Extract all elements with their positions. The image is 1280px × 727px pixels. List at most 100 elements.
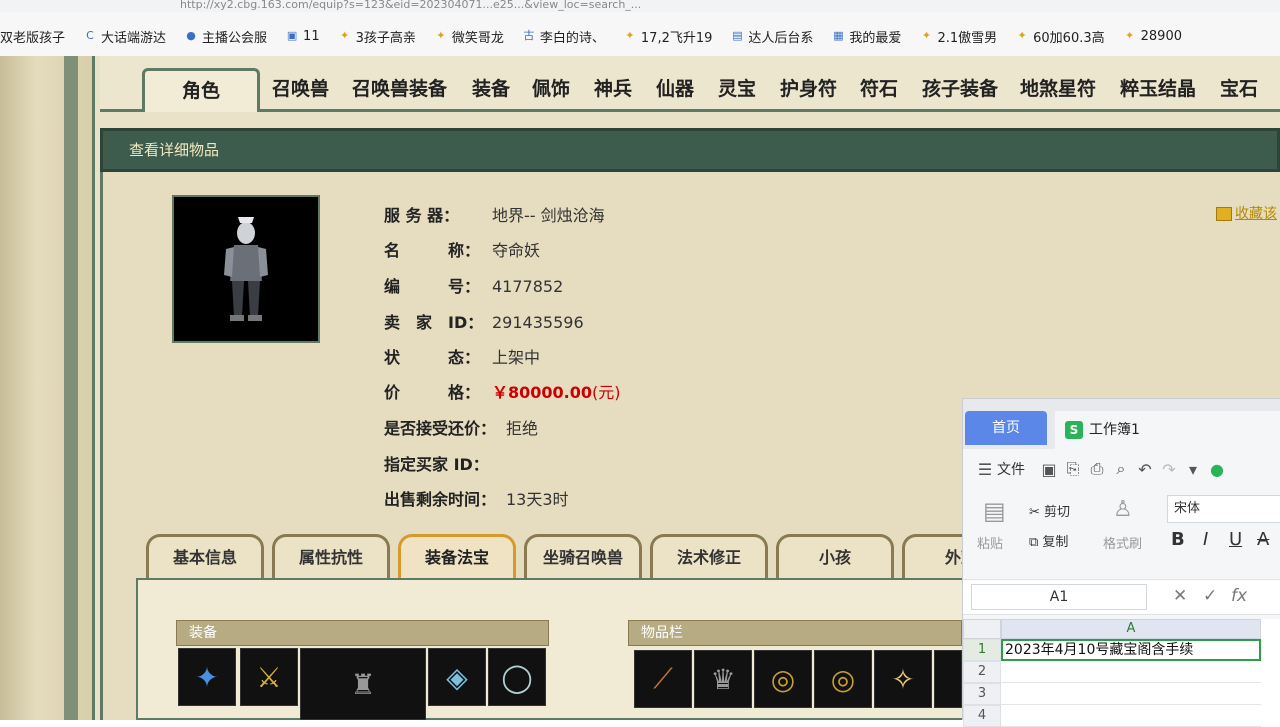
tab-pet-equip[interactable]: 召唤兽装备 xyxy=(352,74,447,101)
tab-role[interactable]: 角色 xyxy=(142,68,260,112)
row-header-2[interactable]: 2 xyxy=(963,661,1001,683)
tab-equip[interactable]: 装备 xyxy=(472,74,510,101)
undo-icon[interactable]: ↶ xyxy=(1133,460,1157,479)
cell-a3[interactable] xyxy=(1001,683,1261,705)
brush-icon[interactable]: ♙ xyxy=(1113,497,1133,522)
bookmark-label: 主播公会服 xyxy=(202,30,268,46)
bookmark-item[interactable]: ▤ 达人后台系 xyxy=(730,27,813,46)
spreadsheet-icon: S xyxy=(1065,421,1083,439)
name-box[interactable]: A1 xyxy=(971,584,1147,610)
inventory-slot-2[interactable]: ♛ xyxy=(694,650,752,708)
bookmark-item[interactable]: ▣ 11 xyxy=(285,29,320,44)
bookmark-item[interactable]: ✦ 2.1傲雪男 xyxy=(919,27,997,46)
subtab-spell[interactable]: 法术修正 xyxy=(650,534,768,580)
bookmark-item[interactable]: ● 主播公会服 xyxy=(184,27,267,46)
bookmark-item[interactable]: C 大话端游达 xyxy=(83,27,166,46)
info-id: 编 号： 4177852 xyxy=(384,277,564,296)
bookmark-icon: ✦ xyxy=(339,29,350,42)
function-icon[interactable]: fx xyxy=(1231,586,1247,606)
bookmark-item[interactable]: 古李白的诗、 xyxy=(522,27,605,46)
tab-immortal[interactable]: 仙器 xyxy=(656,74,694,101)
select-all-corner[interactable] xyxy=(963,619,1001,639)
confirm-icon[interactable]: ✓ xyxy=(1203,586,1217,606)
inventory-slot-3[interactable]: ◎ xyxy=(754,650,812,708)
bookmark-item[interactable]: 双老版孩子 xyxy=(0,27,65,46)
tab-weapon[interactable]: 神兵 xyxy=(594,74,632,101)
menu-icon[interactable]: ☰ xyxy=(973,460,997,479)
tab-spirit[interactable]: 灵宝 xyxy=(718,74,756,101)
cell-a1[interactable]: 2023年4月10号藏宝阁含手续 xyxy=(1001,639,1261,661)
tab-star[interactable]: 地煞星符 xyxy=(1020,74,1096,101)
tab-jade[interactable]: 粹玉结晶 xyxy=(1120,74,1196,101)
bookmark-label: 11 xyxy=(303,28,320,44)
inventory-slot-5[interactable]: ✧ xyxy=(874,650,932,708)
cut-button[interactable]: ✂ 剪切 xyxy=(1029,501,1070,520)
tab-accessory[interactable]: 佩饰 xyxy=(532,74,570,101)
tab-pet[interactable]: 召唤兽 xyxy=(272,74,329,101)
bold-icon[interactable]: B xyxy=(1171,529,1185,550)
cell-a4[interactable] xyxy=(1001,705,1261,727)
strikethrough-icon[interactable]: A xyxy=(1257,529,1269,550)
bookmark-icon: ● xyxy=(186,29,196,42)
bookmark-label: 我的最爱 xyxy=(849,30,902,46)
wps-spreadsheet-window: 首页 S 工作簿1 ☰ 文件 ▣ ⎘ ⎙ ⌕ ↶ ↷ ▾ ● ▤ 粘贴 ✂ 剪切 … xyxy=(962,398,1280,727)
font-name-box[interactable]: 宋体 xyxy=(1167,495,1280,523)
bookmark-icon: ▣ xyxy=(286,29,298,42)
underline-icon[interactable]: U xyxy=(1229,529,1242,550)
equip-slot-gauntlet[interactable]: ✦ xyxy=(178,648,236,706)
equip-slot-mask[interactable]: ◈ xyxy=(428,648,486,706)
tab-child-equip[interactable]: 孩子装备 xyxy=(922,74,998,101)
tab-rune[interactable]: 符石 xyxy=(860,74,898,101)
bookmark-item[interactable]: ✦ 60加60.3高 xyxy=(1015,27,1105,46)
italic-icon[interactable]: I xyxy=(1203,529,1208,550)
print-icon[interactable]: ⎙ xyxy=(1085,459,1109,479)
redo-icon[interactable]: ↷ xyxy=(1157,460,1181,479)
paste-icon[interactable]: ▤ xyxy=(983,497,1006,525)
subtab-basic[interactable]: 基本信息 xyxy=(146,534,264,580)
info-server: 服 务 器： 地界-- 剑烛沧海 xyxy=(384,206,605,225)
bookmark-icon: ✦ xyxy=(1017,29,1027,42)
address-bar[interactable]: http://xy2.cbg.163.com/equip?s=123&eid=2… xyxy=(0,0,1280,12)
scissors-icon: ✂ xyxy=(1029,505,1045,520)
subtab-mount-pet[interactable]: 坐骑召唤兽 xyxy=(524,534,642,580)
wps-home-tab[interactable]: 首页 xyxy=(965,411,1047,445)
column-header-a[interactable]: A xyxy=(1001,619,1261,639)
bookmark-item[interactable]: ✦ 微笑哥龙 xyxy=(434,27,504,46)
inventory-slot-6[interactable] xyxy=(934,650,962,708)
subtab-attributes[interactable]: 属性抗性 xyxy=(272,534,390,580)
info-price: 价 格： ￥80000.00(元) xyxy=(384,383,621,402)
wps-doc-tab[interactable]: S 工作簿1 xyxy=(1055,411,1280,449)
copy-button[interactable]: ⧉ 复制 xyxy=(1029,531,1068,550)
row-header-3[interactable]: 3 xyxy=(963,683,1001,705)
subtab-child[interactable]: 小孩 xyxy=(776,534,894,580)
row-header-4[interactable]: 4 xyxy=(963,705,1001,727)
cell-a2[interactable] xyxy=(1001,661,1261,683)
panel-title: 查看详细物品 xyxy=(100,128,1280,172)
preview-icon[interactable]: ⌕ xyxy=(1109,459,1133,479)
format-painter-button[interactable]: 格式刷 xyxy=(1103,533,1142,552)
info-seller: 卖 家 ID： 291435596 xyxy=(384,313,584,332)
save-icon[interactable]: ▣ xyxy=(1037,460,1061,479)
bookmark-label: 大话端游达 xyxy=(101,30,167,46)
dropdown-icon[interactable]: ▾ xyxy=(1181,460,1205,479)
row-header-1[interactable]: 1 xyxy=(963,639,1001,661)
cancel-icon[interactable]: ✕ xyxy=(1173,586,1187,606)
green-status-icon[interactable]: ● xyxy=(1205,460,1229,479)
tab-amulet[interactable]: 护身符 xyxy=(780,74,837,101)
favorite-link[interactable]: 收藏该 xyxy=(1216,203,1277,223)
wps-tab-bar: 首页 S 工作簿1 xyxy=(963,399,1280,449)
inventory-slot-4[interactable]: ◎ xyxy=(814,650,872,708)
bookmark-item[interactable]: ✦ 28900 xyxy=(1123,29,1182,44)
export-icon[interactable]: ⎘ xyxy=(1061,459,1085,479)
inventory-section-header: 物品栏 xyxy=(628,620,962,646)
equip-slot-necklace[interactable]: ◯ xyxy=(488,648,546,706)
paste-button[interactable]: 粘贴 xyxy=(977,533,1003,552)
bookmark-item[interactable]: ▦ 我的最爱 xyxy=(831,27,901,46)
bookmark-item[interactable]: ✦ 3孩子高亲 xyxy=(338,27,416,46)
file-menu[interactable]: 文件 xyxy=(997,459,1025,479)
equip-slot-weapon[interactable]: ⚔ xyxy=(240,648,298,706)
inventory-slot-1[interactable]: ⟋ xyxy=(634,650,692,708)
subtab-equip-treasure[interactable]: 装备法宝 xyxy=(398,534,516,580)
tab-gem[interactable]: 宝石 xyxy=(1220,74,1258,101)
bookmark-item[interactable]: ✦ 17,2飞升19 xyxy=(623,27,712,46)
